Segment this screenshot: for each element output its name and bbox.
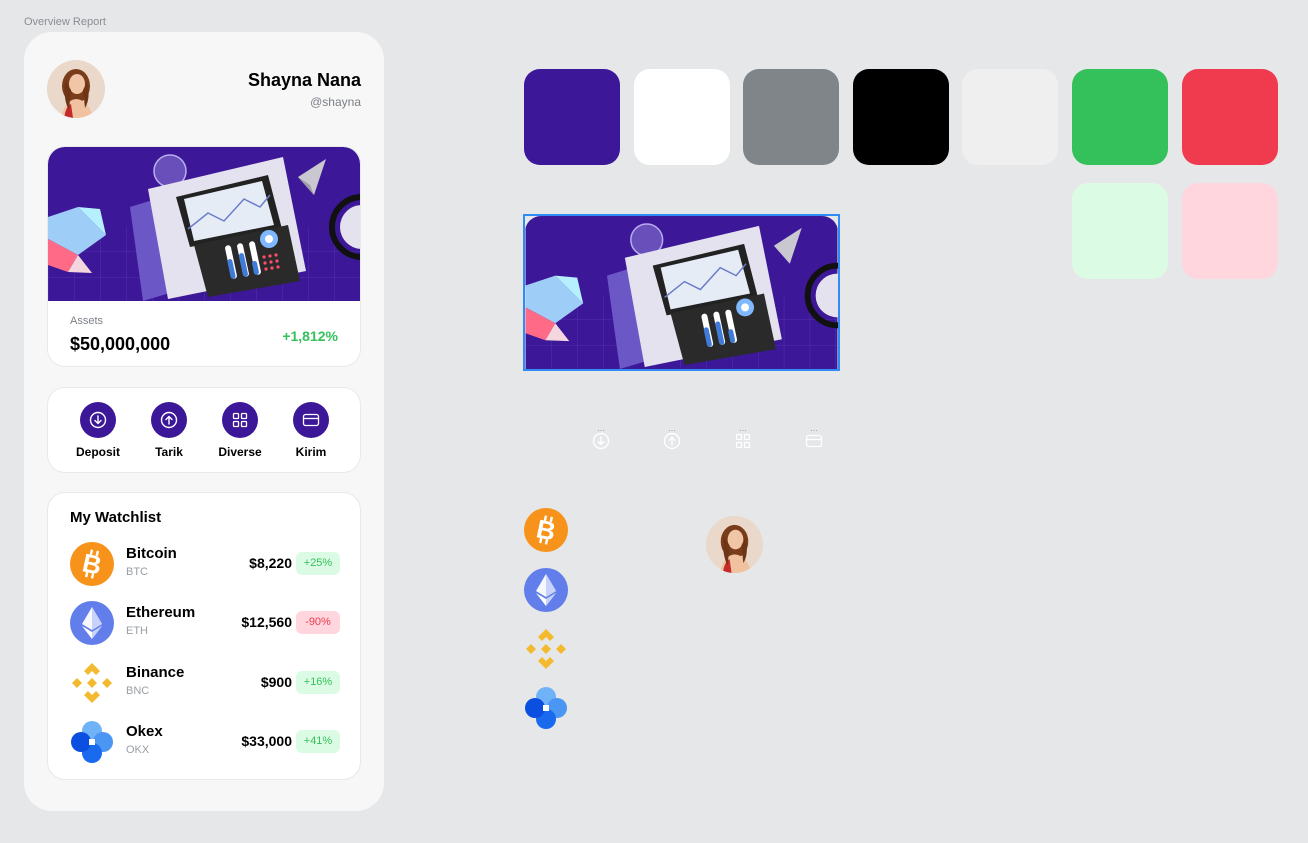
- ethereum-icon: [70, 601, 114, 645]
- coin-change-badge: +16%: [296, 671, 340, 694]
- binance-icon: [70, 661, 114, 705]
- watchlist-title: My Watchlist: [70, 509, 162, 526]
- watchlist-row-binance[interactable]: Binance BNC $900 +16%: [70, 660, 340, 706]
- spec-grid-icon[interactable]: ...: [733, 424, 753, 455]
- spec-dots: ...: [739, 423, 747, 433]
- grid-icon: [735, 433, 751, 449]
- spec-card-icon[interactable]: ...: [804, 424, 824, 455]
- coin-symbol: BTC: [126, 566, 148, 578]
- coin-price: $900: [260, 674, 292, 690]
- assets-value: $50,000,000: [70, 334, 171, 354]
- frame-label: Overview Report: [24, 16, 106, 28]
- coin-change-badge: +41%: [296, 730, 340, 753]
- coin-name: Ethereum: [126, 604, 196, 621]
- kirim-label: Kirim: [295, 445, 327, 459]
- watchlist-card: My Watchlist B Bitcoin BTC $8,220 +25% E…: [47, 492, 361, 780]
- diverse-label: Diverse: [218, 445, 262, 459]
- kirim-button[interactable]: Kirim: [279, 402, 343, 459]
- swatch-white[interactable]: [634, 69, 730, 165]
- spec-arrow-down-icon[interactable]: ...: [591, 424, 611, 455]
- swatch-danger[interactable]: [1182, 69, 1278, 165]
- selected-banner-asset[interactable]: [523, 214, 840, 371]
- assets-label: Assets: [70, 315, 104, 327]
- bitcoin-icon: B: [524, 508, 568, 552]
- profile-handle: @shayna: [310, 95, 361, 109]
- swatch-gray[interactable]: [743, 69, 839, 165]
- arrow-down-circle-icon: [592, 432, 610, 450]
- diverse-button[interactable]: Diverse: [208, 402, 272, 459]
- spec-dots: ...: [668, 423, 676, 433]
- coin-change-badge: -90%: [296, 611, 340, 634]
- coin-change-badge: +25%: [296, 552, 340, 575]
- arrow-up-circle-icon: [663, 432, 681, 450]
- coin-symbol: ETH: [126, 625, 148, 637]
- coin-price: $12,560: [241, 614, 292, 630]
- spec-arrow-up-icon[interactable]: ...: [662, 424, 682, 455]
- coin-symbol: OKX: [126, 744, 150, 756]
- grid-icon: [222, 402, 258, 438]
- binance-icon: [526, 629, 566, 669]
- coin-name: Okex: [126, 723, 163, 740]
- spec-dots: ...: [810, 423, 818, 433]
- bitcoin-logo-asset[interactable]: B: [524, 508, 568, 552]
- coin-symbol: BNC: [126, 685, 150, 697]
- avatar[interactable]: [47, 60, 105, 118]
- tarik-button[interactable]: Tarik: [137, 402, 201, 459]
- coin-name: Bitcoin: [126, 545, 177, 562]
- swatch-black[interactable]: [853, 69, 949, 165]
- okex-icon: [70, 720, 114, 764]
- tarik-label: Tarik: [155, 445, 183, 459]
- spec-dots: ...: [597, 423, 605, 433]
- banner-illustration: [525, 216, 838, 369]
- watchlist-row-bitcoin[interactable]: B Bitcoin BTC $8,220 +25%: [70, 541, 340, 587]
- coin-price: $8,220: [249, 555, 292, 571]
- avatar-asset[interactable]: [706, 516, 763, 573]
- ethereum-icon: [524, 568, 568, 612]
- card-icon: [293, 402, 329, 438]
- arrow-down-circle-icon: [80, 402, 116, 438]
- swatch-success[interactable]: [1072, 69, 1168, 165]
- watchlist-row-okex[interactable]: Okex OKX $33,000 +41%: [70, 719, 340, 765]
- deposit-button[interactable]: Deposit: [66, 402, 130, 459]
- phone-frame: Shayna Nana @shayna Assets $50,000,000 +…: [24, 32, 384, 811]
- assets-change: +1,812%: [282, 328, 338, 344]
- arrow-up-circle-icon: [151, 402, 187, 438]
- okex-icon: [525, 687, 567, 729]
- assets-card[interactable]: Assets $50,000,000 +1,812%: [47, 146, 361, 367]
- swatch-success-light[interactable]: [1072, 183, 1168, 279]
- okex-logo-asset[interactable]: [524, 686, 568, 730]
- swatch-danger-light[interactable]: [1182, 183, 1278, 279]
- swatch-light[interactable]: [962, 69, 1058, 165]
- swatch-primary[interactable]: [524, 69, 620, 165]
- profile-name: Shayna Nana: [247, 70, 361, 90]
- card-icon: [805, 434, 823, 448]
- assets-banner-illustration: [48, 147, 360, 301]
- binance-logo-asset[interactable]: [524, 627, 568, 671]
- watchlist-row-ethereum[interactable]: Ethereum ETH $12,560 -90%: [70, 600, 340, 646]
- bitcoin-icon: B: [70, 542, 114, 586]
- ethereum-logo-asset[interactable]: [524, 568, 568, 612]
- deposit-label: Deposit: [75, 445, 120, 459]
- coin-price: $33,000: [241, 733, 292, 749]
- actions-card: Deposit Tarik Diverse Kirim: [47, 387, 361, 473]
- coin-name: Binance: [126, 664, 185, 681]
